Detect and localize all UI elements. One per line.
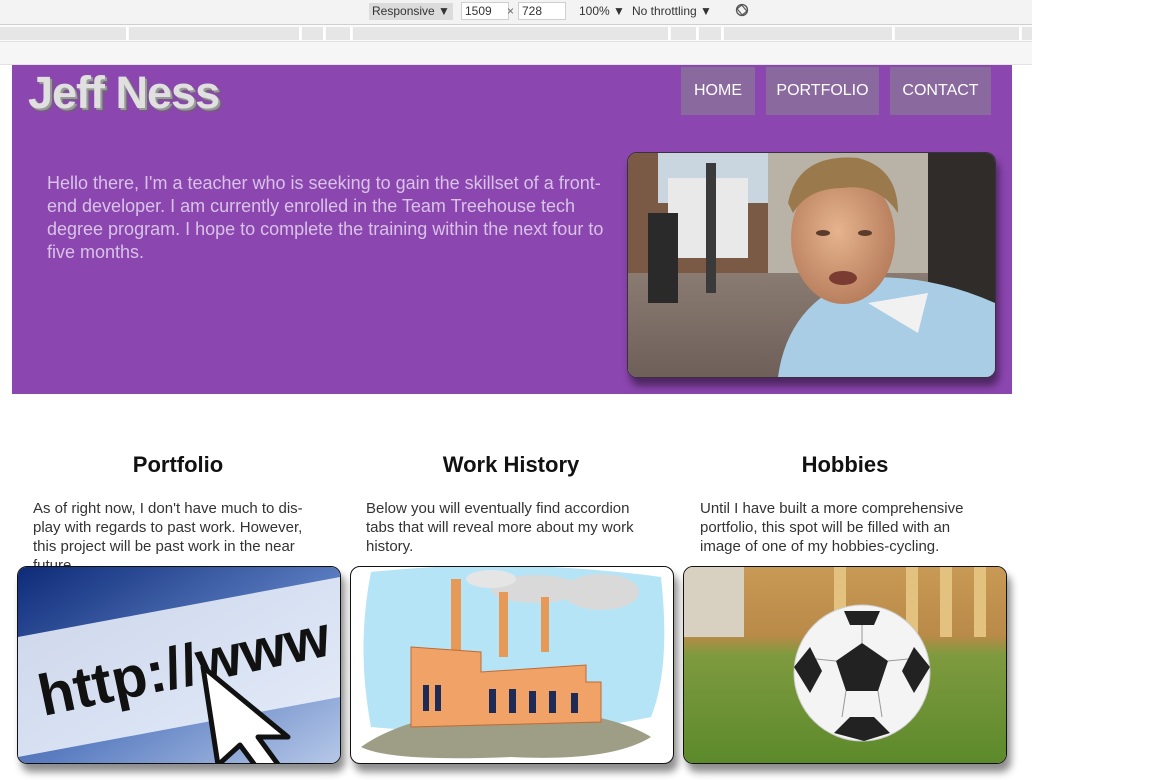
portfolio-heading: Portfolio [132,452,224,477]
work-history-heading: Work History [442,452,580,477]
viewport-height-input[interactable] [518,2,566,20]
site-logo[interactable]: Jeff Ness [28,67,220,119]
viewport-width-input[interactable] [461,2,509,20]
rotate-icon[interactable] [735,3,749,17]
nav-home-link[interactable]: HOME [681,67,755,115]
zoom-select[interactable]: 100% ▼ [576,3,628,20]
intro-text: Hello there, I'm a teacher who is seekin… [47,173,604,262]
devtools-toolbar: Responsive ▼ × 100% ▼ No throttling ▼ [0,0,1032,25]
work-history-image [350,566,674,764]
portfolio-text: As of right now, I don't have much to di… [33,500,303,566]
hobbies-image [683,566,1007,764]
portfolio-image: http://www [17,566,341,764]
profile-photo-image [628,153,995,377]
nav-portfolio-link[interactable]: PORTFOLIO [766,67,879,115]
throttle-select[interactable]: No throttling ▼ [629,3,715,20]
work-history-text: Below you will eventually find accordion… [366,500,634,555]
hobbies-heading: Hobbies [801,452,889,477]
device-mode-select[interactable]: Responsive ▼ [369,3,453,20]
dimension-separator: × [507,4,515,18]
hero-section: Jeff Ness HOME PORTFOLIO CONTACT Hello t… [12,65,1012,394]
device-ruler [0,42,1032,65]
profile-photo [627,152,996,378]
nav-contact-link[interactable]: CONTACT [890,67,991,115]
media-query-ruler[interactable] [0,25,1034,42]
hobbies-text: Until I have built a more comprehensive … [700,500,964,555]
